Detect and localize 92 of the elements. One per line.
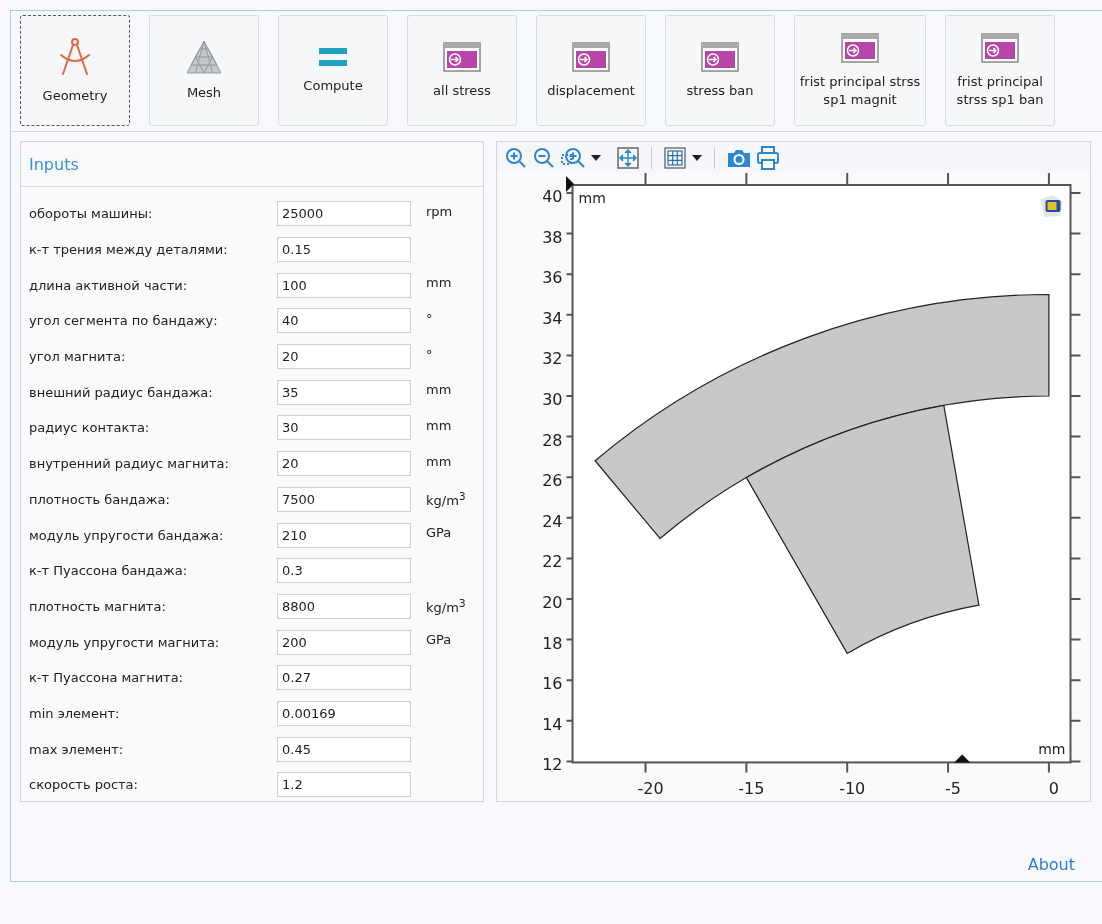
camera-icon[interactable] xyxy=(727,147,751,168)
unit-label: ° xyxy=(426,311,433,327)
toolbar-button[interactable]: Geometry xyxy=(20,15,130,126)
tick-label: 40 xyxy=(542,187,563,206)
input-field[interactable]: 0.3 xyxy=(277,558,411,584)
field-label: скорость роста: xyxy=(29,777,139,793)
tick-label: 16 xyxy=(542,674,563,694)
field-label: модуль упругости бандажа: xyxy=(29,527,225,543)
tick-label: -20 xyxy=(637,779,664,799)
tick-label: 34 xyxy=(542,308,563,328)
unit-label: ° xyxy=(426,346,433,362)
field-label: угол магнита: xyxy=(29,349,127,365)
equals-icon xyxy=(319,46,347,67)
tick-label: 36 xyxy=(542,268,563,288)
tick-label: -5 xyxy=(945,779,962,799)
toolbar-button[interactable]: frist principal strss sp1 magnit xyxy=(794,15,926,126)
field-label: к-т Пуассона бандажа: xyxy=(29,563,189,579)
color-cube-icon xyxy=(1040,195,1063,217)
print-icon[interactable] xyxy=(757,145,779,170)
toolbar-button[interactable]: frist principal strss sp1 ban xyxy=(945,15,1055,126)
panel-title: Inputs xyxy=(29,154,79,174)
input-field[interactable]: 20 xyxy=(277,451,411,477)
unit-label: GPa xyxy=(426,632,452,648)
unit-label: mm xyxy=(426,275,452,291)
caret-icon[interactable] xyxy=(692,154,702,161)
tick-label: 22 xyxy=(542,552,563,572)
input-field[interactable]: 0.45 xyxy=(277,736,411,762)
tick-label: 30 xyxy=(542,390,563,409)
tick-label: 24 xyxy=(542,511,563,531)
input-field[interactable]: 0.00169 xyxy=(277,700,411,726)
unit-label: kg/m$^{3}$ xyxy=(426,489,466,508)
field-label: к-т трения между деталями: xyxy=(29,242,229,258)
field-label: плотность бандажа: xyxy=(29,491,171,507)
input-field[interactable]: 1.2 xyxy=(277,772,411,798)
field-label: обороты машины: xyxy=(29,206,154,222)
compass-icon xyxy=(58,36,92,77)
input-field[interactable]: 35 xyxy=(277,379,411,405)
field-label: длина активной части: xyxy=(29,277,189,293)
field-label: внешний радиус бандажа: xyxy=(29,384,214,400)
field-label: радиус контакта: xyxy=(29,420,151,436)
tick-label: 26 xyxy=(542,471,563,491)
unit-label: mm xyxy=(426,382,452,398)
tick-label: -10 xyxy=(839,779,866,799)
unit-label: mm xyxy=(426,418,452,434)
tick-label: 18 xyxy=(542,633,563,653)
zoom-in-icon[interactable] xyxy=(505,146,527,169)
field-label: угол сегмента по бандажу: xyxy=(29,313,219,329)
input-field[interactable]: 20 xyxy=(277,344,411,370)
field-label: внутренний радиус магнита: xyxy=(29,456,230,472)
toolbar-button[interactable]: all stress xyxy=(407,15,517,126)
tick-label: 12 xyxy=(542,755,563,775)
tick-label: -15 xyxy=(738,779,765,799)
toolbar-button[interactable]: displacement xyxy=(536,15,646,126)
tick-label: 38 xyxy=(542,227,563,247)
input-field[interactable]: 100 xyxy=(277,272,411,298)
input-field[interactable]: 8800 xyxy=(277,593,411,619)
input-field[interactable]: 7500 xyxy=(277,486,411,512)
input-field[interactable]: 25000 xyxy=(277,201,411,227)
toolbar-button[interactable]: stress ban xyxy=(665,15,775,126)
about-link[interactable]: About xyxy=(1027,855,1075,874)
zoom-box-icon[interactable] xyxy=(561,146,585,169)
input-field[interactable]: 0.15 xyxy=(277,237,411,263)
zoom-out-icon[interactable] xyxy=(533,146,555,169)
input-field[interactable]: 210 xyxy=(277,522,411,548)
tick-label: 32 xyxy=(542,349,563,369)
field-label: плотность магнита: xyxy=(29,598,167,614)
caret-icon[interactable] xyxy=(591,154,601,161)
unit-label: mm xyxy=(426,453,452,469)
tick-label: 0 xyxy=(1048,779,1059,799)
field-label: min элемент: xyxy=(29,705,121,721)
input-field[interactable]: 40 xyxy=(277,308,411,334)
input-field[interactable]: 30 xyxy=(277,415,411,441)
input-field[interactable]: 200 xyxy=(277,629,411,655)
field-label: модуль упругости магнита: xyxy=(29,634,221,650)
unit-label: GPa xyxy=(426,525,452,541)
field-label: к-т Пуассона магнита: xyxy=(29,670,184,686)
zoom-extents-icon[interactable] xyxy=(617,146,639,169)
unit-label: rpm xyxy=(426,204,453,219)
toolbar-button[interactable]: Compute xyxy=(278,15,388,126)
mesh-triangle-icon xyxy=(186,39,222,74)
toolbar-button[interactable]: Mesh xyxy=(149,15,259,126)
axis-unit: mm xyxy=(1038,741,1066,758)
grid-icon[interactable] xyxy=(664,146,686,169)
axis-marker-icon xyxy=(566,176,574,192)
axis-marker-icon xyxy=(954,754,971,763)
axis-unit: mm xyxy=(578,190,606,206)
tick-label: 20 xyxy=(542,593,563,612)
tick-label: 14 xyxy=(542,714,563,734)
tick-label: 28 xyxy=(542,430,563,450)
field-label: max элемент: xyxy=(29,741,125,757)
input-field[interactable]: 0.27 xyxy=(277,665,411,691)
unit-label: kg/m$^{3}$ xyxy=(426,596,466,615)
